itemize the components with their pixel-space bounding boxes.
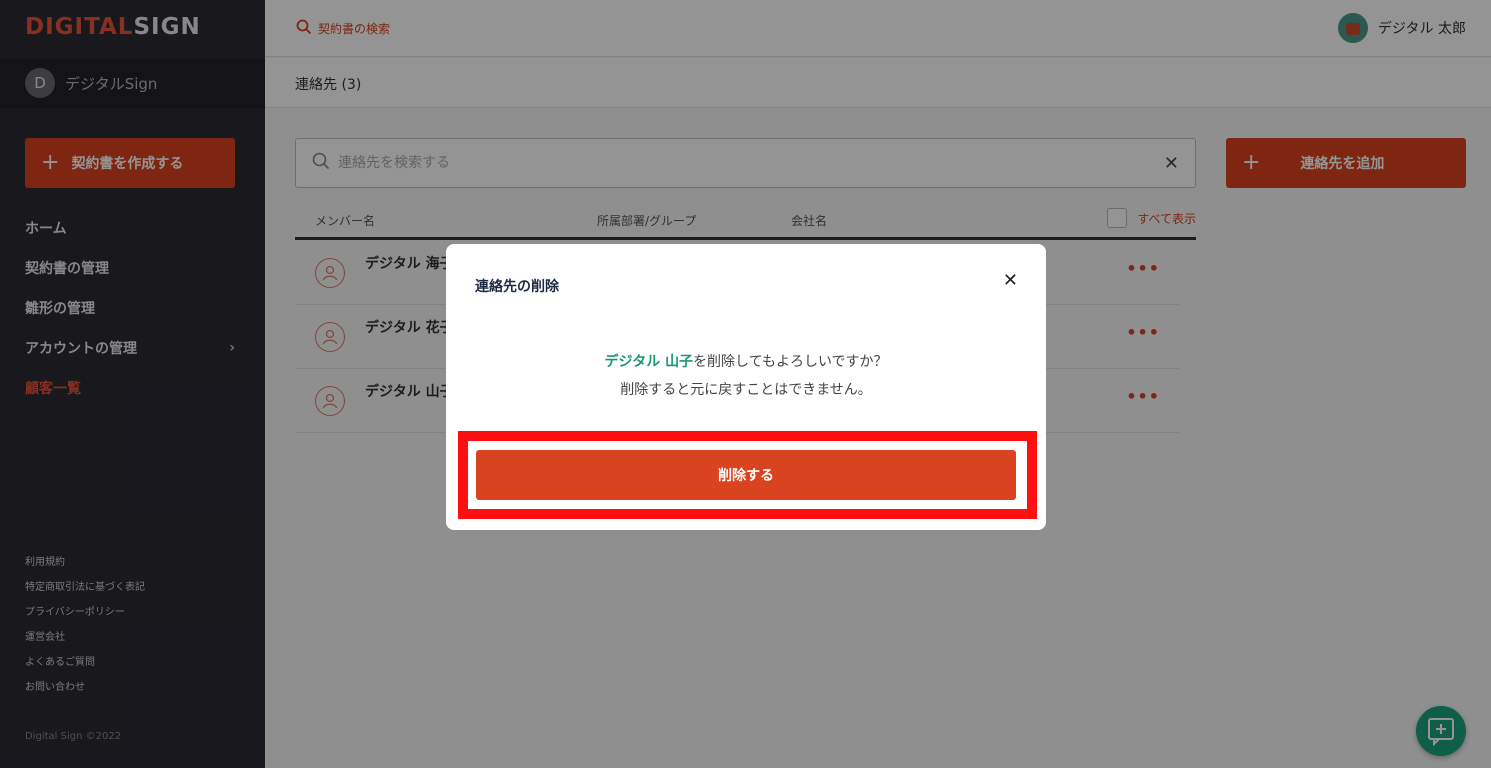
dialog-message: デジタル 山子を削除してもよろしいですか？ 削除すると元に戻すことはできません。 [446, 348, 1046, 404]
dialog-title: 連絡先の削除 [475, 279, 559, 295]
delete-button[interactable]: 削除する [476, 450, 1016, 500]
close-icon[interactable]: ✕ [1003, 272, 1018, 290]
dialog-message-line1: デジタル 山子を削除してもよろしいですか？ [446, 348, 1046, 376]
dialog-message-suffix: を削除してもよろしいですか？ [693, 354, 888, 370]
dialog-message-line2: 削除すると元に戻すことはできません。 [620, 382, 872, 398]
target-contact-name: デジタル 山子 [604, 354, 694, 370]
delete-contact-dialog: 連絡先の削除 ✕ デジタル 山子を削除してもよろしいですか？ 削除すると元に戻す… [446, 244, 1046, 530]
